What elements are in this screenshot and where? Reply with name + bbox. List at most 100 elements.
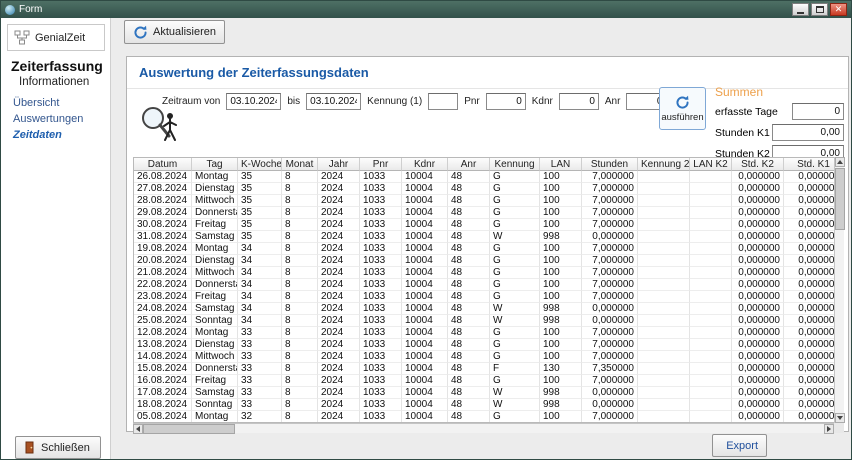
table-cell: 48 <box>448 219 490 231</box>
column-header[interactable]: LAN K2 <box>690 158 732 171</box>
table-cell: 8 <box>282 303 318 315</box>
detective-magnifier-icon <box>137 103 181 149</box>
table-row[interactable]: 05.08.2024Montag328202410331000448G1007,… <box>134 411 835 423</box>
table-row[interactable]: 26.08.2024Montag358202410331000448G1007,… <box>134 171 835 183</box>
column-header[interactable]: Std. K1 <box>784 158 835 171</box>
scroll-left-button[interactable] <box>133 424 143 434</box>
table-cell: 1033 <box>360 267 402 279</box>
table-cell: 0,000000 <box>732 315 784 327</box>
table-cell: 35 <box>238 195 282 207</box>
erfasste-tage-value[interactable] <box>792 103 844 120</box>
kennung-input[interactable] <box>428 93 458 110</box>
table-cell: 0,000000 <box>784 303 835 315</box>
table-row[interactable]: 29.08.2024Donnerstag358202410331000448G1… <box>134 207 835 219</box>
table-row[interactable]: 15.08.2024Donnerstag338202410331000448F1… <box>134 363 835 375</box>
table-cell <box>638 351 690 363</box>
table-cell: 8 <box>282 267 318 279</box>
scroll-down-button[interactable] <box>835 413 845 423</box>
column-header[interactable]: Jahr <box>318 158 360 171</box>
table-cell: 10004 <box>402 375 448 387</box>
sidebar-item-auswertungen[interactable]: Auswertungen <box>13 113 83 125</box>
table-row[interactable]: 25.08.2024Sonntag348202410331000448W9980… <box>134 315 835 327</box>
page-title: Auswertung der Zeiterfassungsdaten <box>139 65 369 80</box>
table-cell: 2024 <box>318 291 360 303</box>
aktualisieren-button[interactable]: Aktualisieren <box>124 20 225 44</box>
column-header[interactable]: K-Woche <box>238 158 282 171</box>
column-header[interactable]: Kennung <box>490 158 540 171</box>
table-row[interactable]: 23.08.2024Freitag348202410331000448G1007… <box>134 291 835 303</box>
scroll-right-button[interactable] <box>824 424 834 434</box>
column-header[interactable]: Anr <box>448 158 490 171</box>
table-cell: 0,000000 <box>784 339 835 351</box>
table-row[interactable]: 19.08.2024Montag348202410331000448G1007,… <box>134 243 835 255</box>
table-cell: 48 <box>448 327 490 339</box>
column-header[interactable]: LAN <box>540 158 582 171</box>
table-cell: Sonntag <box>192 399 238 411</box>
table-row[interactable]: 20.08.2024Dienstag348202410331000448G100… <box>134 255 835 267</box>
sidebar-item-zeitdaten[interactable]: Zeitdaten <box>13 129 62 141</box>
table-cell: 100 <box>540 351 582 363</box>
column-header[interactable]: Datum <box>134 158 192 171</box>
kdnr-input[interactable] <box>559 93 599 110</box>
table-cell: 48 <box>448 279 490 291</box>
table-cell: 35 <box>238 231 282 243</box>
table-cell: 12.08.2024 <box>134 327 192 339</box>
table-row[interactable]: 22.08.2024Donnerstag348202410331000448G1… <box>134 279 835 291</box>
table-row[interactable]: 17.08.2024Samstag338202410331000448W9980… <box>134 387 835 399</box>
vertical-scroll-thumb[interactable] <box>835 168 845 230</box>
scroll-up-button[interactable] <box>835 157 845 167</box>
table-body: 26.08.2024Montag358202410331000448G1007,… <box>134 171 835 423</box>
minimize-button[interactable] <box>792 3 809 16</box>
vertical-scrollbar[interactable] <box>834 157 844 423</box>
table-row[interactable]: 24.08.2024Samstag348202410331000448W9980… <box>134 303 835 315</box>
stunden-k1-value[interactable] <box>772 124 844 141</box>
table-cell: 0,000000 <box>784 255 835 267</box>
table-row[interactable]: 16.08.2024Freitag338202410331000448G1007… <box>134 375 835 387</box>
table-cell: 0,000000 <box>732 183 784 195</box>
table-cell <box>638 171 690 183</box>
horizontal-scrollbar[interactable] <box>133 423 834 433</box>
table-cell: 48 <box>448 267 490 279</box>
table-cell: 34 <box>238 291 282 303</box>
column-header[interactable]: Tag <box>192 158 238 171</box>
table-cell: 18.08.2024 <box>134 399 192 411</box>
table-row[interactable]: 30.08.2024Freitag358202410331000448G1007… <box>134 219 835 231</box>
table-row[interactable]: 18.08.2024Sonntag338202410331000448W9980… <box>134 399 835 411</box>
table-row[interactable]: 12.08.2024Montag338202410331000448G1007,… <box>134 327 835 339</box>
table-row[interactable]: 13.08.2024Dienstag338202410331000448G100… <box>134 339 835 351</box>
table-cell <box>638 411 690 423</box>
table-cell: 34 <box>238 255 282 267</box>
zeitraum-bis-input[interactable] <box>306 93 361 110</box>
horizontal-scroll-track[interactable] <box>235 424 824 433</box>
table-cell: W <box>490 303 540 315</box>
table-cell: 34 <box>238 267 282 279</box>
schliessen-button[interactable]: Schließen <box>15 436 101 459</box>
ausfuehren-button[interactable]: ausführen <box>659 87 706 130</box>
zeitdaten-table: DatumTagK-WocheMonatJahrPnrKdnrAnrKennun… <box>133 157 844 423</box>
table-cell <box>690 387 732 399</box>
column-header[interactable]: Kennung 2 <box>638 158 690 171</box>
column-header[interactable]: Kdnr <box>402 158 448 171</box>
table-cell: Samstag <box>192 387 238 399</box>
table-cell: G <box>490 351 540 363</box>
table-row[interactable]: 28.08.2024Mittwoch358202410331000448G100… <box>134 195 835 207</box>
export-button[interactable]: Export <box>712 434 767 457</box>
column-header[interactable]: Pnr <box>360 158 402 171</box>
close-button[interactable] <box>830 3 847 16</box>
column-header[interactable]: Monat <box>282 158 318 171</box>
table-row[interactable]: 14.08.2024Mittwoch338202410331000448G100… <box>134 351 835 363</box>
scrollbar-corner <box>834 423 844 433</box>
table-cell: 33 <box>238 363 282 375</box>
column-header[interactable]: Stunden <box>582 158 638 171</box>
sidebar-item-uebersicht[interactable]: Übersicht <box>13 97 59 109</box>
table-row[interactable]: 31.08.2024Samstag358202410331000448W9980… <box>134 231 835 243</box>
table-cell <box>690 411 732 423</box>
maximize-button[interactable] <box>811 3 828 16</box>
column-header[interactable]: Std. K2 <box>732 158 784 171</box>
table-cell <box>690 267 732 279</box>
zeitraum-von-input[interactable] <box>226 93 281 110</box>
horizontal-scroll-thumb[interactable] <box>143 424 235 434</box>
pnr-input[interactable] <box>486 93 526 110</box>
table-row[interactable]: 21.08.2024Mittwoch348202410331000448G100… <box>134 267 835 279</box>
table-row[interactable]: 27.08.2024Dienstag358202410331000448G100… <box>134 183 835 195</box>
